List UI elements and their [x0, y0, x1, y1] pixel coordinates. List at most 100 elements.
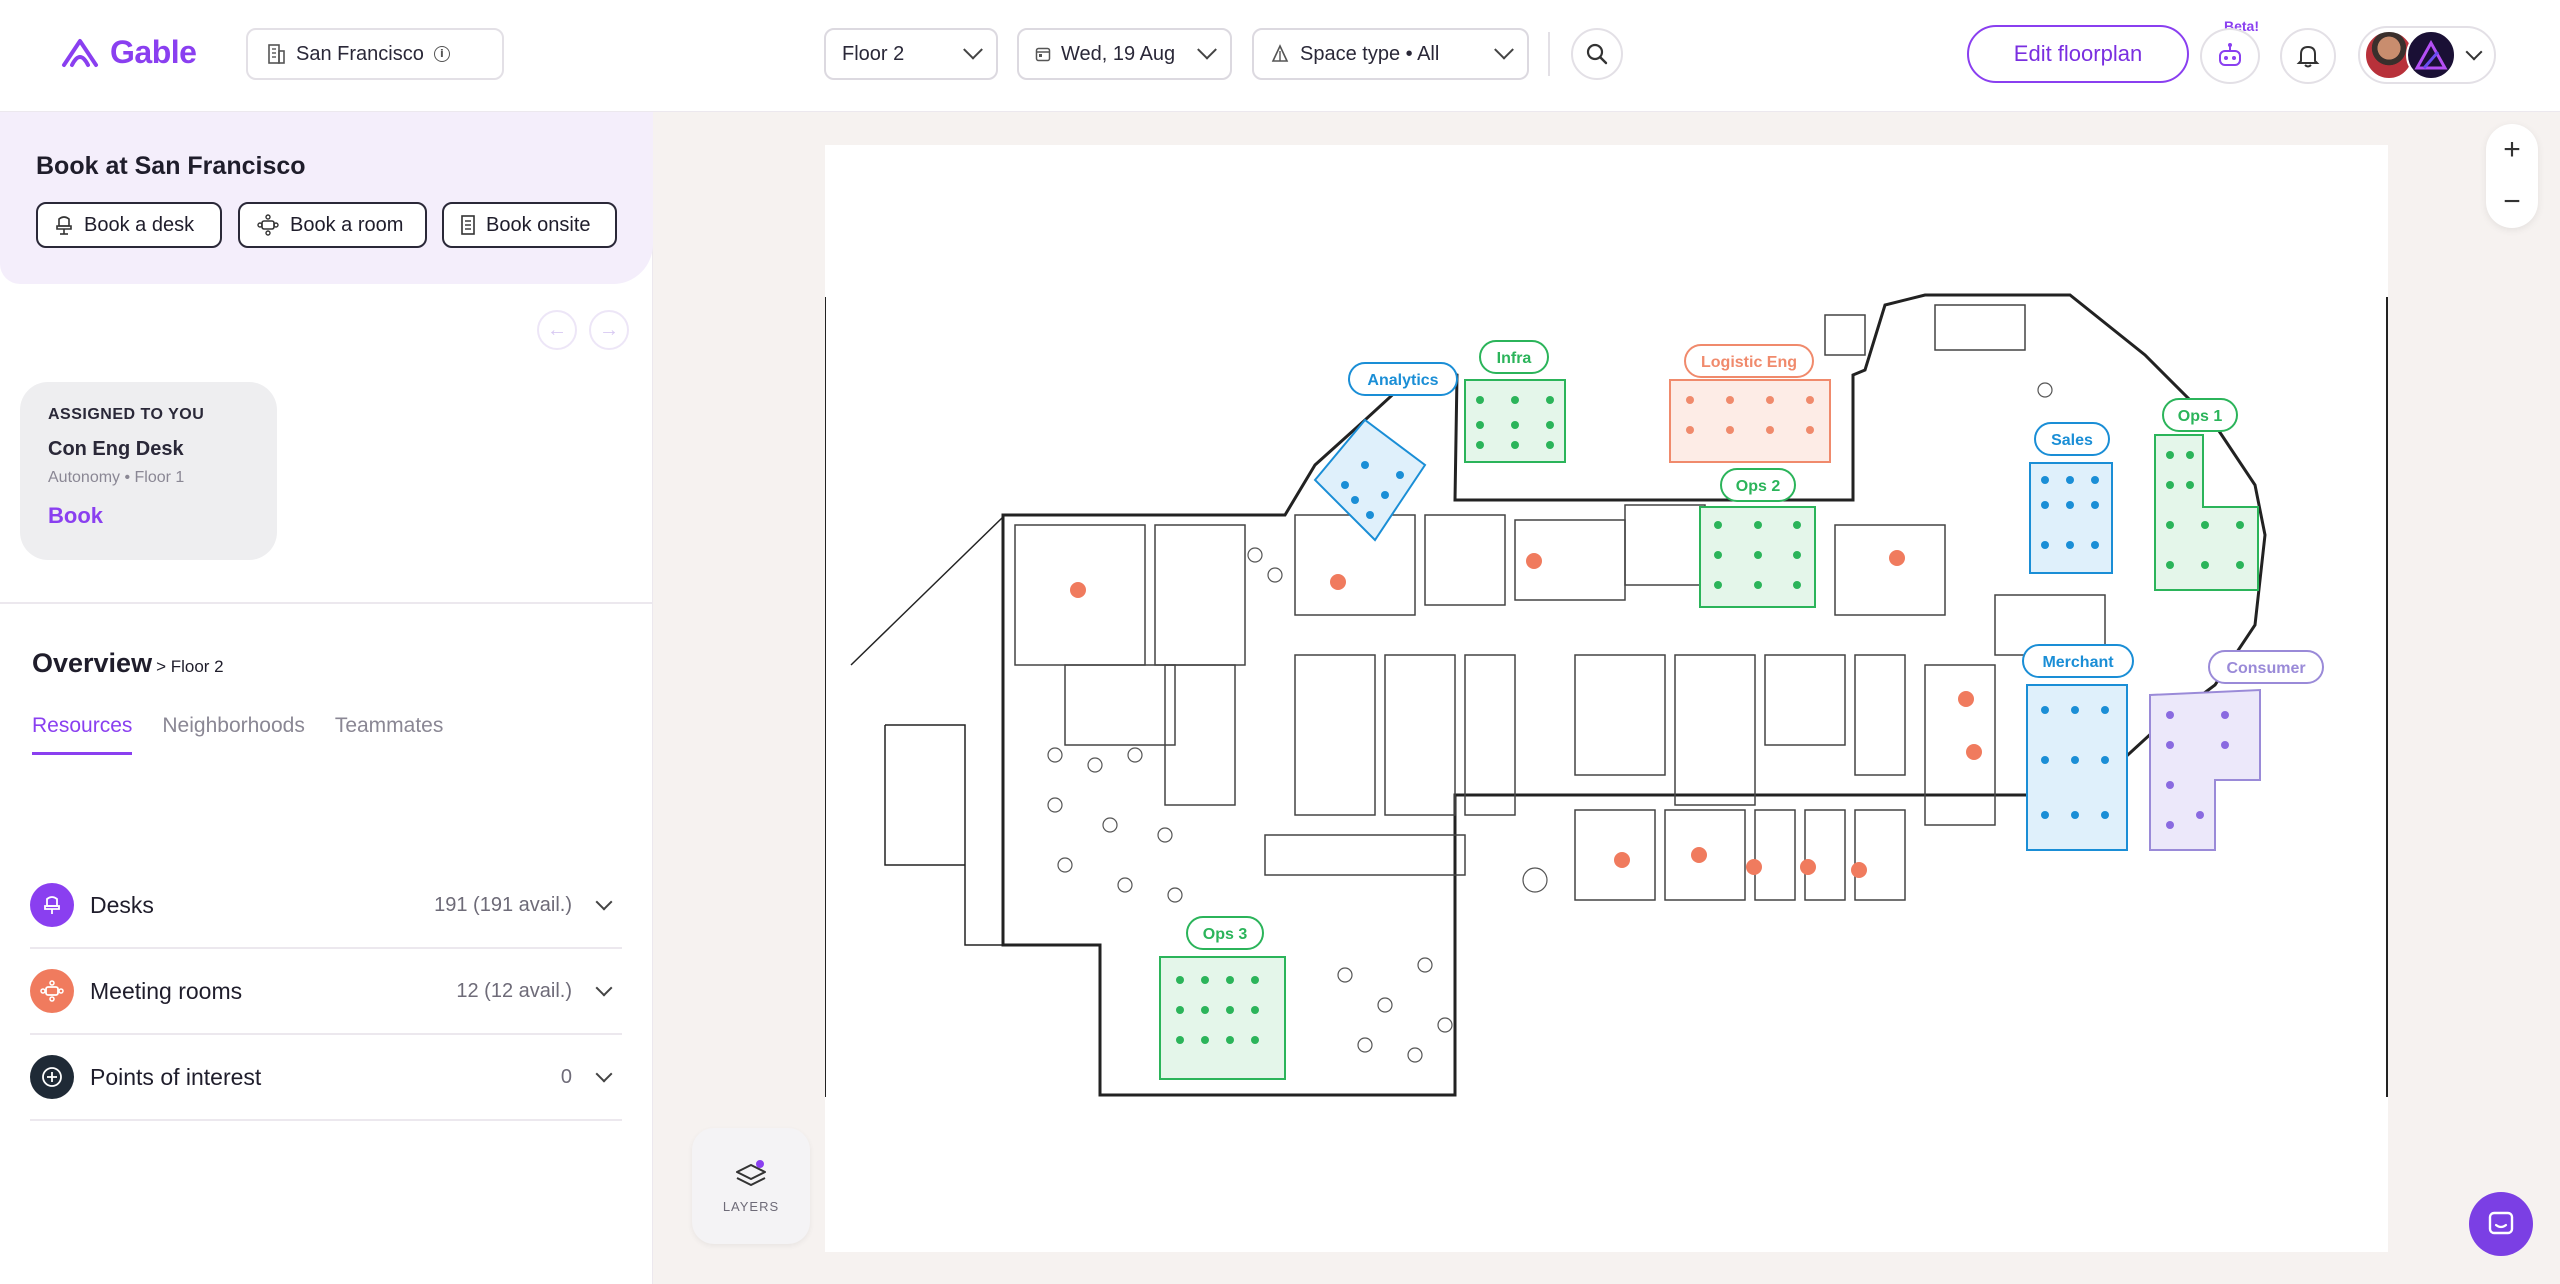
floor-dropdown[interactable]: Floor 2: [824, 28, 998, 80]
plus-icon: +: [2503, 133, 2521, 166]
top-bar: Gable San Francisco i Floor 2 Wed, 19 Au…: [0, 0, 2560, 112]
zone-label-ops3[interactable]: Ops 3: [1186, 916, 1264, 950]
resource-name: Meeting rooms: [90, 977, 243, 1004]
space-type-icon: [1271, 44, 1289, 62]
zoom-controls: + −: [2486, 124, 2538, 228]
assigned-desk-card: ASSIGNED TO YOU Con Eng Desk Autonomy • …: [20, 382, 277, 560]
overview-title: Overview: [32, 648, 153, 678]
zone-label-merchant[interactable]: Merchant: [2022, 644, 2134, 678]
robot-icon: [2219, 43, 2241, 66]
bell-icon: [2296, 45, 2320, 68]
header-divider: [1548, 32, 1550, 76]
zone-label-sales[interactable]: Sales: [2034, 422, 2110, 456]
svg-text:Analytics: Analytics: [1367, 372, 1438, 389]
info-icon[interactable]: i: [433, 46, 450, 62]
section-divider: [0, 602, 653, 604]
resource-row-meeting-rooms[interactable]: Meeting rooms 12 (12 avail.): [30, 949, 622, 1035]
svg-text:Ops 2: Ops 2: [1736, 478, 1781, 495]
chat-support-button[interactable]: [2469, 1192, 2533, 1256]
resource-count: 0: [560, 1065, 572, 1088]
gable-logo[interactable]: Gable: [60, 34, 197, 71]
minus-icon: −: [2503, 185, 2521, 218]
building-icon: [268, 44, 285, 64]
book-room-button[interactable]: Book a room: [238, 202, 427, 248]
layers-label: LAYERS: [722, 1198, 780, 1214]
book-desk-button[interactable]: Book a desk: [36, 202, 222, 248]
zoom-in-button[interactable]: +: [2486, 124, 2538, 176]
gable-logo-icon: [62, 38, 98, 67]
chevron-down-icon: [963, 39, 983, 60]
svg-text:Ops 1: Ops 1: [2178, 408, 2223, 425]
book-onsite-button[interactable]: Book onsite: [442, 202, 617, 248]
resource-name: Desks: [90, 891, 154, 918]
space-type-dropdown[interactable]: Space type • All: [1252, 28, 1529, 80]
search-button[interactable]: [1571, 28, 1623, 80]
layers-icon: [736, 1159, 766, 1186]
chevron-down-icon: [1197, 39, 1217, 60]
sidebar: Book at San Francisco Book a desk Book a…: [0, 112, 653, 1284]
edit-floorplan-button[interactable]: Edit floorplan: [1967, 25, 2189, 83]
resource-count: 191 (191 avail.): [434, 893, 572, 916]
resource-row-desks[interactable]: Desks 191 (191 avail.): [30, 863, 622, 949]
meeting-room-icon: [30, 969, 74, 1013]
layers-button[interactable]: LAYERS: [692, 1128, 810, 1244]
tab-teammates[interactable]: Teammates: [335, 714, 444, 755]
zone-label-infra[interactable]: Infra: [1479, 340, 1549, 374]
arrow-left-icon: ←: [547, 318, 567, 341]
resource-row-points-of-interest[interactable]: Points of interest 0: [30, 1035, 622, 1121]
desk-chair-icon: [30, 883, 74, 927]
chevron-down-icon: [1494, 39, 1514, 60]
zone-label-ops2[interactable]: Ops 2: [1720, 468, 1796, 502]
resource-name: Points of interest: [90, 1063, 262, 1090]
space-type-value: Space type • All: [1300, 42, 1440, 65]
location-name: San Francisco: [296, 42, 424, 65]
floor-value: Floor 2: [842, 42, 905, 65]
date-dropdown[interactable]: Wed, 19 Aug: [1017, 28, 1232, 80]
overview-breadcrumb: > Floor 2: [156, 657, 224, 676]
resource-count: 12 (12 avail.): [456, 979, 572, 1002]
location-selector[interactable]: San Francisco i: [246, 28, 504, 80]
brand-name: Gable: [110, 34, 197, 70]
chevron-down-icon: [595, 893, 613, 911]
chevron-down-icon: [595, 979, 613, 997]
notifications-button[interactable]: [2280, 28, 2336, 84]
assigned-desk-location: Autonomy • Floor 1: [48, 469, 185, 486]
assistant-button[interactable]: [2200, 28, 2260, 84]
zone-label-analytics[interactable]: Analytics: [1348, 362, 1458, 396]
point-of-interest-icon: [30, 1055, 74, 1099]
chat-icon: [2488, 1211, 2514, 1235]
profile-menu[interactable]: [2358, 26, 2496, 84]
search-icon: [1586, 43, 1608, 65]
carousel-next-button[interactable]: →: [589, 310, 629, 350]
calendar-icon: [1035, 47, 1051, 62]
chair-icon: [56, 216, 72, 235]
carousel-prev-button[interactable]: ←: [537, 310, 577, 350]
overview-tabs: Resources Neighborhoods Teammates: [32, 714, 443, 755]
zone-label-ops1[interactable]: Ops 1: [2162, 398, 2238, 432]
chevron-down-icon: [595, 1065, 613, 1083]
arrow-right-icon: →: [599, 318, 619, 341]
zone-label-logistic-eng[interactable]: Logistic Eng: [1684, 344, 1814, 378]
chevron-down-icon: [2465, 43, 2483, 61]
tab-neighborhoods[interactable]: Neighborhoods: [162, 714, 304, 755]
svg-text:Logistic Eng: Logistic Eng: [1701, 354, 1797, 371]
date-value: Wed, 19 Aug: [1061, 42, 1176, 65]
svg-text:Merchant: Merchant: [2042, 654, 2114, 671]
assigned-book-link[interactable]: Book: [48, 503, 249, 529]
svg-text:Infra: Infra: [1497, 350, 1532, 367]
tab-resources[interactable]: Resources: [32, 714, 133, 755]
book-room-label: Book a room: [290, 213, 404, 236]
overview-heading: Overview > Floor 2: [32, 648, 224, 679]
booking-panel: Book at San Francisco Book a desk Book a…: [0, 112, 653, 284]
svg-text:Consumer: Consumer: [2226, 660, 2305, 677]
floorplan-canvas[interactable]: Analytics Infra Logistic Eng Ops 2 Sales…: [824, 145, 2388, 1252]
meeting-room-icon: [257, 214, 279, 236]
zone-label-consumer[interactable]: Consumer: [2208, 650, 2324, 684]
building-icon: [461, 215, 475, 235]
booking-title: Book at San Francisco: [36, 152, 306, 180]
floorplan-map[interactable]: Analytics Infra Logistic Eng Ops 2 Sales…: [824, 145, 2388, 1252]
zoom-out-button[interactable]: −: [2486, 176, 2538, 228]
svg-text:Ops 3: Ops 3: [1203, 926, 1248, 943]
assigned-desk-name: Con Eng Desk: [48, 438, 184, 460]
assigned-label: ASSIGNED TO YOU: [48, 406, 205, 423]
